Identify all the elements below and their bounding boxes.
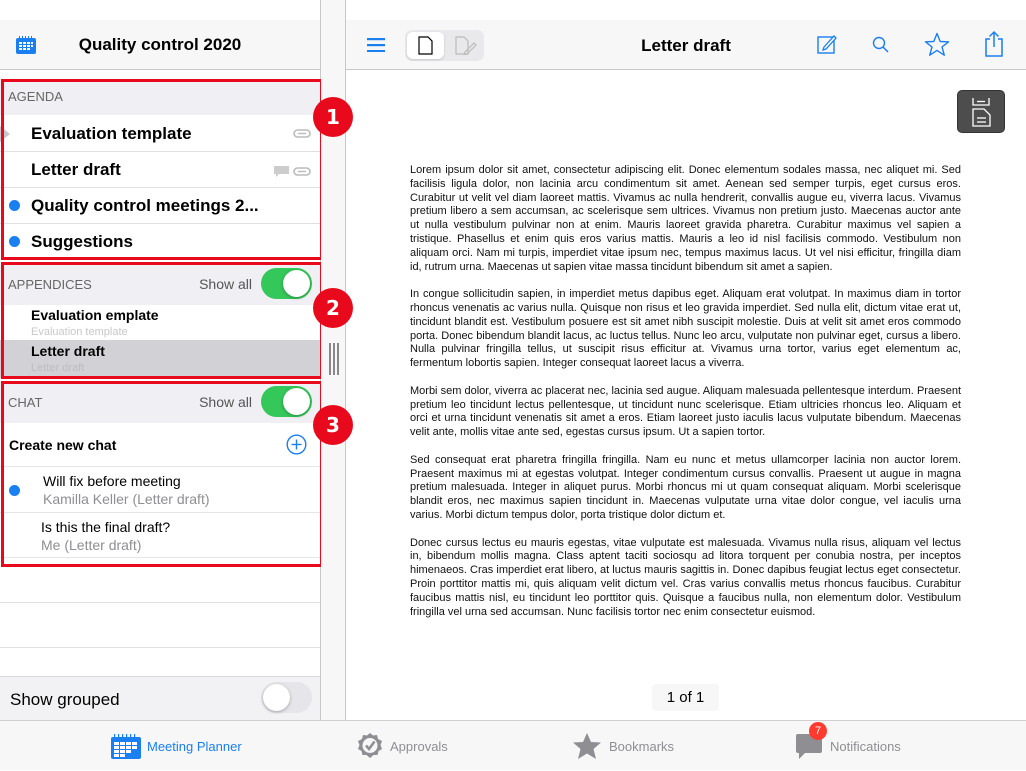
annotation-badge-3: 3	[313, 405, 353, 445]
tab-notifications[interactable]: 7 Notifications	[794, 721, 901, 771]
document-viewer: Lorem ipsum dolor sit amet, consectetur …	[346, 71, 1026, 720]
annotation-box-1	[1, 79, 323, 260]
meeting-title: Quality control 2020	[78, 35, 242, 54]
document-paragraph: Donec cursus lectus eu mauris egestas, v…	[410, 536, 961, 618]
document-toolbar: Letter draft	[346, 20, 1026, 70]
view-mode-segmented-control	[405, 30, 484, 61]
document-paragraph: Sed consequat erat pharetra fringilla fr…	[410, 453, 961, 521]
star-icon[interactable]	[924, 32, 950, 57]
document-panel: Letter draft Lorem ipsum dolor sit amet,…	[346, 0, 1026, 720]
document-body: Lorem ipsum dolor sit amet, consectetur …	[410, 164, 961, 633]
show-grouped-label: Show grouped	[10, 690, 120, 709]
left-panel: Quality control 2020 AGENDA Evaluation t…	[0, 0, 323, 720]
tab-approvals[interactable]: Approvals	[356, 721, 448, 771]
notification-count-badge: 7	[809, 722, 827, 740]
document-paragraph: Lorem ipsum dolor sit amet, consectetur …	[410, 164, 961, 273]
annotate-view-icon[interactable]	[455, 36, 477, 55]
document-tools-button[interactable]	[957, 90, 1005, 133]
menu-icon[interactable]	[367, 38, 385, 52]
annotation-box-2	[1, 262, 323, 379]
tab-label: Bookmarks	[609, 738, 675, 754]
left-header: Quality control 2020	[0, 20, 320, 70]
notifications-icon-wrap: 7	[794, 722, 827, 761]
list-separator	[0, 602, 320, 603]
list-separator	[0, 647, 320, 648]
resize-handle[interactable]	[328, 343, 339, 375]
calendar-icon	[111, 733, 141, 759]
share-icon[interactable]	[984, 30, 1004, 58]
document-view-icon	[418, 36, 433, 55]
tab-label: Meeting Planner	[147, 738, 242, 754]
document-tools-icon	[972, 98, 991, 127]
tab-bookmarks[interactable]: Bookmarks	[571, 721, 674, 771]
star-icon	[573, 733, 601, 759]
document-paragraph: In congue sollicitudin sapien, in imperd…	[410, 288, 961, 370]
approval-badge-icon	[358, 733, 382, 758]
tab-bar: Meeting Planner Approvals Bookmarks 7 No…	[0, 720, 1026, 770]
annotation-badge-2: 2	[313, 288, 353, 328]
tab-label: Approvals	[390, 738, 448, 754]
show-grouped-toggle[interactable]	[261, 682, 312, 713]
tab-label: Notifications	[830, 738, 901, 754]
show-grouped-row: Show grouped	[0, 676, 320, 720]
tab-meeting-planner[interactable]: Meeting Planner	[111, 721, 242, 771]
edit-icon[interactable]	[817, 34, 837, 54]
search-icon[interactable]	[872, 36, 889, 53]
annotation-badge-1: 1	[313, 97, 353, 137]
page-indicator: 1 of 1	[652, 684, 719, 711]
document-view-button[interactable]	[407, 32, 444, 59]
document-paragraph: Morbi sem dolor, viverra ac placerat nec…	[410, 384, 961, 439]
annotation-box-3	[1, 381, 323, 567]
